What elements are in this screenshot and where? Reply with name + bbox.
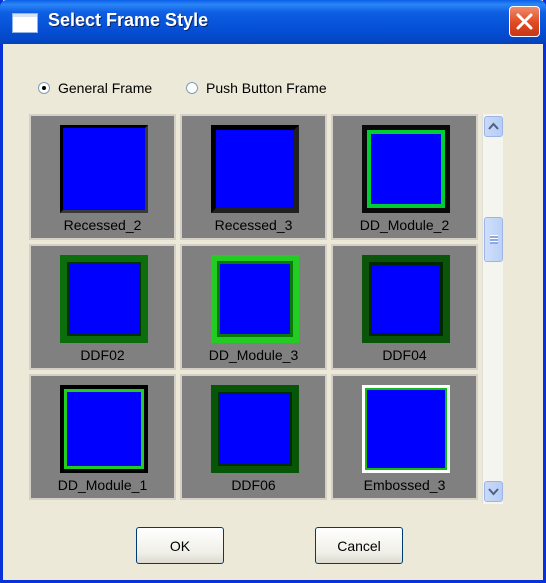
frame-cell-ddf06[interactable]: DDF06 <box>180 374 327 500</box>
frame-preview <box>60 385 148 473</box>
frame-cell-ddf04[interactable]: DDF04 <box>331 244 478 370</box>
radio-indicator-general[interactable] <box>38 82 50 94</box>
frame-preview <box>362 125 450 213</box>
frame-preview <box>211 255 299 343</box>
frame-style-grid: Recessed_2 Recessed_3 DD_Module_2 DDF02 … <box>29 114 482 504</box>
frame-label: DD_Module_1 <box>57 477 148 493</box>
scroll-thumb[interactable] <box>484 217 503 262</box>
close-button[interactable] <box>509 6 540 37</box>
frame-cell-dd-module-3[interactable]: DD_Module_3 <box>180 244 327 370</box>
frame-cell-recessed-3[interactable]: Recessed_3 <box>180 114 327 240</box>
frame-label: DDF04 <box>382 347 427 363</box>
scroll-grip-icon <box>490 235 498 244</box>
title-bar[interactable]: Select Frame Style <box>0 0 546 44</box>
close-icon <box>516 13 533 30</box>
frame-label: DDF06 <box>231 477 276 493</box>
scroll-down-button[interactable] <box>484 481 503 502</box>
frame-label: DD_Module_2 <box>359 217 450 233</box>
frame-preview <box>60 255 148 343</box>
frame-preview <box>362 385 450 473</box>
radio-general-frame[interactable]: General Frame <box>38 80 152 96</box>
scroll-up-button[interactable] <box>484 116 503 137</box>
frame-preview <box>60 125 148 213</box>
radio-label-push: Push Button Frame <box>206 80 327 96</box>
chevron-up-icon <box>488 122 499 130</box>
frame-cell-embossed-3[interactable]: Embossed_3 <box>331 374 478 500</box>
frame-label: DDF02 <box>80 347 125 363</box>
frame-preview <box>211 125 299 213</box>
radio-label-general: General Frame <box>58 80 153 96</box>
frame-cell-recessed-2[interactable]: Recessed_2 <box>29 114 176 240</box>
frame-preview <box>211 385 299 473</box>
window-icon <box>12 13 38 33</box>
radio-indicator-push[interactable] <box>186 82 198 94</box>
chevron-down-icon <box>488 488 499 496</box>
frame-label: Recessed_3 <box>214 217 293 233</box>
dialog-title: Select Frame Style <box>48 10 209 30</box>
radio-push-button-frame[interactable]: Push Button Frame <box>186 80 327 96</box>
frame-label: Embossed_3 <box>363 477 446 493</box>
frame-cell-dd-module-1[interactable]: DD_Module_1 <box>29 374 176 500</box>
frame-label: Recessed_2 <box>63 217 142 233</box>
frame-preview <box>362 255 450 343</box>
frame-cell-ddf02[interactable]: DDF02 <box>29 244 176 370</box>
frame-label: DD_Module_3 <box>208 347 299 363</box>
vertical-scrollbar[interactable] <box>482 114 503 504</box>
cancel-button[interactable]: Cancel <box>315 527 403 564</box>
frame-cell-dd-module-2[interactable]: DD_Module_2 <box>331 114 478 240</box>
ok-button[interactable]: OK <box>136 527 224 564</box>
